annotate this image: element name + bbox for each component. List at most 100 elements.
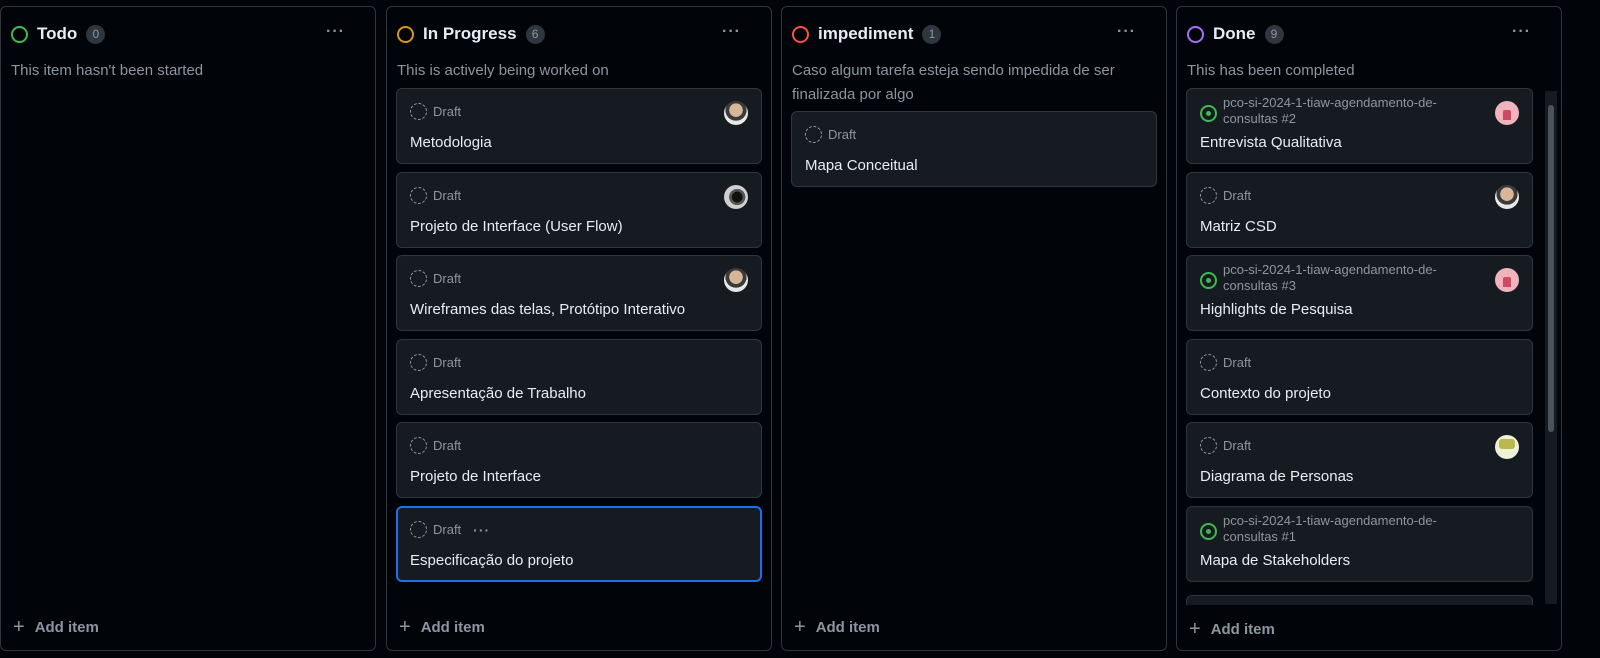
card-meta: Draft (410, 270, 461, 287)
issue-reference[interactable]: pco-si-2024-1-tiaw-agendamento-de-consul… (1223, 95, 1482, 127)
card[interactable]: Draft Projeto de Interface (User Flow) (396, 172, 762, 248)
assignee-avatar[interactable] (1495, 185, 1519, 209)
card[interactable]: pco-si-2024-1-tiaw-agendamento-de-consul… (1186, 88, 1533, 164)
open-issue-icon (1200, 272, 1217, 289)
card-title[interactable]: Contexto do projeto (1200, 385, 1331, 402)
card-meta: pco-si-2024-1-tiaw-agendamento-de-consul… (1200, 513, 1482, 545)
card-title[interactable]: Metodologia (410, 134, 492, 151)
card-meta: Draft (805, 126, 856, 143)
issue-reference[interactable]: pco-si-2024-1-tiaw-agendamento-de-consul… (1223, 513, 1482, 545)
card-meta: pco-si-2024-1-tiaw-agendamento-de-consul… (1200, 262, 1482, 294)
column-in-progress: In Progress 6 ··· This is actively being… (386, 6, 772, 651)
column-menu-icon[interactable]: ··· (1117, 23, 1136, 41)
column-menu-icon[interactable]: ··· (326, 23, 345, 41)
project-board: Todo 0 ··· This item hasn't been started… (0, 0, 1600, 658)
plus-icon: + (399, 616, 411, 638)
card-type-label: Draft (433, 438, 462, 453)
column-header: In Progress 6 ··· (397, 23, 761, 45)
scrollbar-thumb[interactable] (1548, 105, 1554, 432)
card-title[interactable]: Especificação do projeto (410, 552, 573, 569)
card-partial[interactable] (1186, 595, 1533, 605)
column-title: impediment (818, 24, 914, 43)
status-circle-icon (11, 25, 28, 43)
column-header: Todo 0 ··· (11, 23, 365, 45)
add-item-label: Add item (815, 618, 880, 636)
assignee-avatar[interactable] (1495, 268, 1519, 292)
draft-icon (1200, 354, 1217, 371)
card-menu-icon[interactable]: ··· (473, 522, 490, 538)
card[interactable]: pco-si-2024-1-tiaw-agendamento-de-consul… (1186, 255, 1533, 331)
scrollbar[interactable] (1545, 91, 1557, 604)
draft-icon (410, 437, 427, 454)
card-title[interactable]: Highlights de Pesquisa (1200, 301, 1353, 318)
issue-reference[interactable]: pco-si-2024-1-tiaw-agendamento-de-consul… (1223, 262, 1482, 294)
item-count-badge: 1 (922, 24, 942, 44)
column-title: Done (1213, 24, 1256, 43)
card[interactable]: pco-si-2024-1-tiaw-agendamento-de-consul… (1186, 506, 1533, 582)
assignee-avatar[interactable] (724, 101, 748, 125)
assignee-avatar[interactable] (1495, 435, 1519, 459)
card-title[interactable]: Mapa de Stakeholders (1200, 552, 1350, 569)
card-meta: Draft (410, 187, 461, 204)
card[interactable]: Draft Matriz CSD (1186, 172, 1533, 248)
plus-icon: + (794, 616, 806, 638)
card-meta: Draft (1200, 437, 1251, 454)
add-item-button[interactable]: + Add item (794, 616, 880, 638)
add-item-button[interactable]: + Add item (399, 616, 485, 638)
draft-icon (410, 521, 427, 538)
assignee-avatar[interactable] (1495, 101, 1519, 125)
card-title[interactable]: Wireframes das telas, Protótipo Interati… (410, 301, 685, 318)
draft-icon (410, 354, 427, 371)
card[interactable]: Draft Projeto de Interface (396, 422, 762, 498)
add-item-button[interactable]: + Add item (13, 616, 99, 638)
card[interactable]: Draft Metodologia (396, 88, 762, 164)
column-description: Caso algum tarefa esteja sendo impedida … (792, 62, 1115, 103)
card[interactable]: Draft Wireframes das telas, Protótipo In… (396, 255, 762, 331)
card-title[interactable]: Projeto de Interface (410, 468, 541, 485)
column-title: Todo (37, 24, 78, 43)
card[interactable]: Draft Mapa Conceitual (791, 111, 1157, 187)
card-type-label: Draft (433, 271, 462, 286)
card-type-label: Draft (433, 104, 462, 119)
card-title[interactable]: Mapa Conceitual (805, 157, 918, 174)
card-type-label: Draft (828, 127, 857, 142)
card-title[interactable]: Projeto de Interface (User Flow) (410, 218, 623, 235)
plus-icon: + (1189, 618, 1201, 640)
item-count-badge: 0 (86, 24, 106, 44)
card-title[interactable]: Entrevista Qualitativa (1200, 134, 1342, 151)
column-done: Done 9 ··· This has been completed pco-s… (1176, 6, 1562, 651)
card-title[interactable]: Apresentação de Trabalho (410, 385, 586, 402)
card-title[interactable]: Diagrama de Personas (1200, 468, 1353, 485)
draft-icon (1200, 187, 1217, 204)
column-header: impediment 1 ··· (792, 23, 1156, 45)
draft-icon (410, 187, 427, 204)
column-description: This has been completed (1187, 62, 1355, 79)
card-type-label: Draft (1223, 188, 1252, 203)
card[interactable]: Draft Apresentação de Trabalho (396, 339, 762, 415)
add-item-button[interactable]: + Add item (1189, 618, 1275, 640)
card-meta: Draft (410, 437, 461, 454)
card-meta: Draft (1200, 354, 1251, 371)
column-title: In Progress (423, 24, 517, 43)
column-menu-icon[interactable]: ··· (722, 23, 741, 41)
column-menu-icon[interactable]: ··· (1512, 23, 1531, 41)
card-meta: Draft ··· (410, 521, 490, 538)
status-circle-icon (1187, 25, 1204, 43)
draft-icon (805, 126, 822, 143)
card[interactable]: Draft Contexto do projeto (1186, 339, 1533, 415)
card-selected[interactable]: Draft ··· Especificação do projeto (396, 506, 762, 582)
card-type-label: Draft (1223, 438, 1252, 453)
card-meta: Draft (410, 354, 461, 371)
card[interactable]: Draft Diagrama de Personas (1186, 422, 1533, 498)
card-meta: Draft (1200, 187, 1251, 204)
plus-icon: + (13, 616, 25, 638)
column-description: This item hasn't been started (11, 62, 204, 79)
add-item-label: Add item (34, 618, 99, 636)
card-title[interactable]: Matriz CSD (1200, 218, 1277, 235)
card-type-label: Draft (433, 188, 462, 203)
assignee-avatar[interactable] (724, 268, 748, 292)
card-type-label: Draft (433, 522, 462, 537)
column-impediment: impediment 1 ··· Caso algum tarefa estej… (781, 6, 1167, 651)
assignee-avatar[interactable] (724, 185, 748, 209)
card-type-label: Draft (1223, 355, 1252, 370)
